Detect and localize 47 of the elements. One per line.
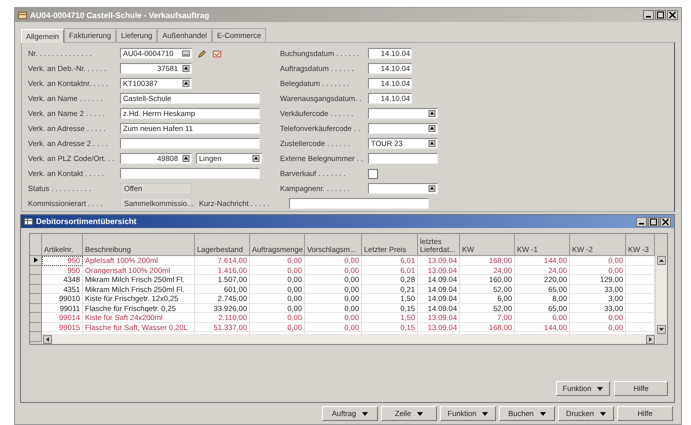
maximize-button[interactable]: [648, 216, 659, 226]
minimize-button[interactable]: [636, 216, 647, 226]
table-cell: [626, 313, 655, 322]
caret-icon: [362, 412, 368, 416]
caret-icon: [600, 412, 606, 416]
subwindow-title: Debitorsortimentübersicht: [36, 217, 136, 226]
close-button[interactable]: [667, 10, 678, 20]
caret-icon: [597, 386, 604, 390]
input-field[interactable]: [368, 153, 438, 164]
input-field[interactable]: [368, 108, 438, 119]
input-field[interactable]: [120, 168, 260, 179]
lookup-icon[interactable]: [182, 65, 190, 72]
scroll-down-icon[interactable]: [657, 325, 666, 334]
row-pointer-icon: [34, 257, 38, 264]
message-field[interactable]: [289, 198, 429, 208]
minimize-button[interactable]: [643, 10, 654, 20]
close-button[interactable]: [660, 216, 671, 226]
assist-edit-icon[interactable]: [182, 50, 190, 57]
scroll-up-icon[interactable]: [657, 256, 666, 265]
form-icon: [18, 10, 27, 20]
horizontal-scrollbar[interactable]: [42, 334, 656, 344]
checkbox[interactable]: [368, 168, 378, 178]
card-icon[interactable]: [212, 48, 222, 58]
lookup-icon[interactable]: [428, 185, 436, 192]
maximize-button[interactable]: [655, 10, 666, 20]
table-cell: [626, 294, 655, 304]
lookup-icon[interactable]: [182, 80, 190, 87]
table-cell: [626, 275, 655, 284]
caret-icon: [417, 412, 424, 416]
lookup-icon[interactable]: [428, 110, 436, 117]
caret-icon: [540, 412, 546, 416]
lookup-icon[interactable]: [428, 125, 436, 132]
lookup-icon[interactable]: [182, 155, 190, 162]
caret-icon: [482, 412, 488, 416]
lookup-icon[interactable]: [428, 140, 436, 147]
scroll-right-icon[interactable]: [646, 334, 655, 344]
input-field[interactable]: [120, 138, 260, 149]
vertical-scrollbar[interactable]: [656, 256, 667, 334]
lookup-icon[interactable]: [252, 155, 260, 162]
input-field[interactable]: [368, 123, 438, 134]
row-selector[interactable]: [30, 256, 42, 266]
table-cell: [626, 256, 655, 266]
pencil-icon[interactable]: [197, 48, 207, 58]
scroll-left-icon[interactable]: [43, 334, 52, 344]
grid-icon: [24, 217, 33, 226]
window-title: AU04-0004710 Castell-Schule - Verkaufsauftrag: [30, 10, 210, 20]
input-field[interactable]: [368, 183, 438, 194]
